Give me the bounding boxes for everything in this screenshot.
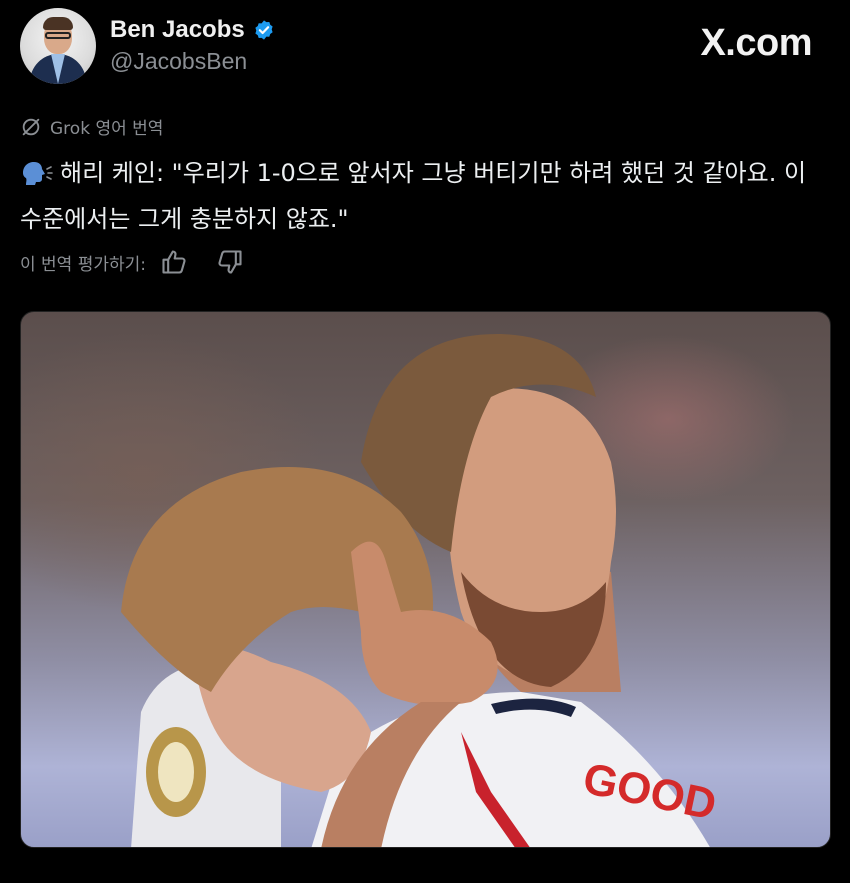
grok-icon [22, 118, 40, 135]
translation-label-row: Grok 영어 번역 [20, 114, 163, 139]
tweet-photo[interactable]: GOOD [20, 311, 831, 848]
translation-rating-row: 이 번역 평가하기: [20, 248, 244, 276]
speaking-head-icon [23, 162, 53, 185]
tweet-text: 해리 케인: "우리가 1-0으로 앞서자 그냥 버티기만 하려 했던 것 같아… [20, 150, 830, 242]
author-handle[interactable]: @JacobsBen [110, 48, 247, 75]
rating-label: 이 번역 평가하기: [20, 254, 147, 275]
author-display-name[interactable]: Ben Jacobs [110, 16, 245, 44]
photo-illustration: GOOD [121, 333, 721, 847]
verified-badge-icon [255, 20, 273, 40]
tweet-header: Ben Jacobs @JacobsBen X.com [20, 8, 830, 88]
tweet-body: 해리 케인: "우리가 1-0으로 앞서자 그냥 버티기만 하려 했던 것 같아… [20, 159, 807, 233]
thumbs-up-icon[interactable] [160, 248, 188, 276]
thumbs-down-icon[interactable] [216, 248, 244, 276]
author-name-row: Ben Jacobs [110, 16, 275, 44]
translation-label: Grok 영어 번역 [50, 119, 164, 139]
avatar[interactable] [20, 8, 96, 84]
site-logo: X.com [700, 22, 812, 64]
